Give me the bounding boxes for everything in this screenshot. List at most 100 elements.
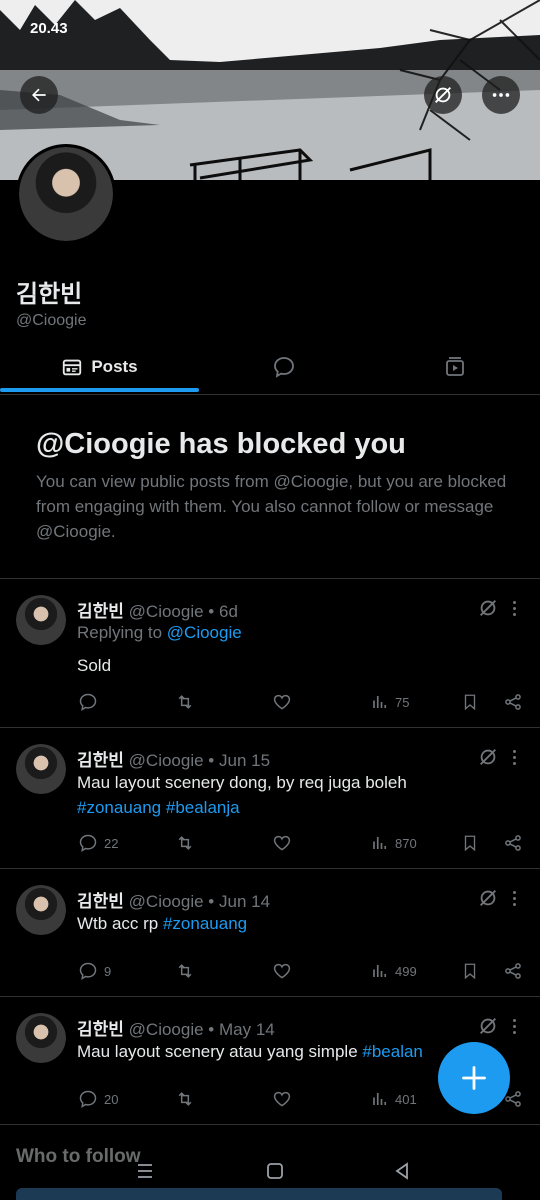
post-avatar[interactable] — [16, 1013, 66, 1063]
post-time[interactable]: 6d — [219, 602, 238, 621]
profile-handle: @Cioogie — [16, 312, 87, 329]
post-1[interactable]: 김한빈 @Cioogie • 6d Replying to @Cioogie S… — [0, 579, 540, 727]
post-avatar[interactable] — [16, 885, 66, 935]
post-author-handle[interactable]: @Cioogie — [129, 602, 204, 621]
post-author-name[interactable]: 김한빈 — [77, 602, 124, 621]
reply-count: 20 — [104, 1091, 119, 1107]
tab-posts[interactable]: Posts — [0, 340, 199, 394]
post-more-icon[interactable] — [508, 746, 520, 768]
bookmark-button[interactable] — [461, 958, 479, 984]
post-hashtags[interactable]: #bealan — [362, 1042, 423, 1061]
more-options-button[interactable] — [482, 76, 520, 114]
grok-button[interactable] — [424, 76, 462, 114]
views-count: 75 — [395, 694, 410, 710]
blocked-description: You can view public posts from @Cioogie,… — [36, 472, 507, 541]
recent-apps-icon[interactable] — [136, 1160, 154, 1182]
views-button[interactable]: 499 — [371, 958, 417, 984]
post-hashtags[interactable]: #zonauang — [163, 914, 247, 933]
views-chart-icon — [373, 696, 387, 708]
post-separator: • — [208, 602, 215, 621]
repost-button[interactable] — [174, 830, 196, 856]
post-author-name[interactable]: 김한빈 — [77, 751, 124, 770]
like-button[interactable] — [272, 1086, 292, 1112]
grok-icon — [435, 87, 451, 103]
post-hashtags[interactable]: #zonauang #bealanja — [77, 798, 240, 817]
status-time: 20.43 — [30, 20, 68, 37]
bookmark-button[interactable] — [461, 689, 479, 715]
share-button[interactable] — [503, 689, 523, 715]
compose-post-button[interactable] — [438, 1042, 510, 1114]
post-author-handle[interactable]: @Cioogie — [129, 892, 204, 911]
post-avatar[interactable] — [16, 595, 66, 645]
grok-icon[interactable] — [477, 887, 499, 909]
like-button[interactable] — [272, 830, 292, 856]
bookmark-button[interactable] — [461, 830, 479, 856]
views-button[interactable]: 401 — [371, 1086, 417, 1112]
share-button[interactable] — [503, 830, 523, 856]
repost-button[interactable] — [174, 689, 196, 715]
post-actions: 22 870 — [0, 830, 540, 856]
replying-to-label: Replying to — [77, 623, 167, 642]
post-more-icon[interactable] — [508, 597, 520, 619]
post-more-icon[interactable] — [508, 1015, 520, 1037]
grok-icon[interactable] — [477, 746, 499, 768]
post-avatar[interactable] — [16, 744, 66, 794]
reply-button[interactable]: 20 — [78, 1086, 118, 1112]
post-more-icon[interactable] — [508, 887, 520, 909]
post-author-name[interactable]: 김한빈 — [77, 1020, 124, 1039]
more-horizontal-icon — [492, 93, 510, 97]
reply-button[interactable]: 22 — [78, 830, 118, 856]
back-button[interactable] — [20, 76, 58, 114]
back-arrow-icon — [32, 88, 46, 102]
post-2[interactable]: 김한빈 @Cioogie • Jun 15 Mau layout scenery… — [0, 728, 540, 868]
post-author-handle[interactable]: @Cioogie — [129, 1020, 204, 1039]
tab-replies[interactable] — [199, 340, 369, 394]
share-icon — [505, 694, 521, 710]
post-body: Mau layout scenery dong, by req juga bol… — [77, 773, 407, 792]
post-separator: • — [208, 892, 215, 911]
post-3[interactable]: 김한빈 @Cioogie • Jun 14 Wtb acc rp #zonaua… — [0, 869, 540, 996]
replying-to-link[interactable]: @Cioogie — [167, 623, 242, 642]
bookmark-icon — [464, 963, 476, 980]
active-tab-indicator — [0, 388, 199, 392]
post-text: Mau layout scenery dong, by req juga bol… — [77, 770, 507, 820]
post-body: Mau layout scenery atau yang simple — [77, 1042, 363, 1061]
profile-avatar[interactable] — [16, 144, 116, 244]
heart-icon — [273, 963, 291, 979]
share-button[interactable] — [503, 958, 523, 984]
post-header: 김한빈 @Cioogie • May 14 — [77, 1015, 275, 1040]
views-chart-icon — [373, 1093, 387, 1105]
post-body: Sold — [77, 656, 112, 675]
views-button[interactable]: 75 — [371, 689, 409, 715]
post-time[interactable]: Jun 14 — [219, 892, 270, 911]
reply-icon — [79, 1090, 97, 1108]
home-nav-icon[interactable] — [265, 1160, 285, 1182]
tab-posts-label: Posts — [91, 357, 138, 376]
grok-icon[interactable] — [477, 597, 499, 619]
post-separator: • — [208, 751, 215, 770]
blocked-title: @Cioogie has blocked you — [36, 428, 406, 460]
repost-button[interactable] — [174, 958, 196, 984]
like-button[interactable] — [272, 958, 292, 984]
post-time[interactable]: Jun 15 — [219, 751, 270, 770]
reply-button[interactable]: 9 — [78, 958, 111, 984]
post-author-handle[interactable]: @Cioogie — [129, 751, 204, 770]
profile-display-name: 김한빈 — [16, 281, 83, 308]
post-author-name[interactable]: 김한빈 — [77, 892, 124, 911]
tab-media[interactable] — [369, 340, 540, 394]
post-header: 김한빈 @Cioogie • 6d — [77, 597, 238, 622]
post-time[interactable]: May 14 — [219, 1020, 275, 1039]
follow-button-strip[interactable] — [16, 1188, 502, 1200]
media-icon — [445, 357, 464, 376]
views-count: 499 — [395, 963, 417, 979]
post-header: 김한빈 @Cioogie • Jun 15 — [77, 746, 270, 771]
post-body: Wtb acc rp — [77, 914, 163, 933]
back-nav-icon[interactable] — [393, 1160, 411, 1182]
reply-button[interactable] — [78, 689, 98, 715]
heart-icon — [273, 1091, 291, 1107]
like-button[interactable] — [272, 689, 292, 715]
views-chart-icon — [373, 965, 387, 977]
repost-button[interactable] — [174, 1086, 196, 1112]
grok-icon[interactable] — [477, 1015, 499, 1037]
views-button[interactable]: 870 — [371, 830, 417, 856]
